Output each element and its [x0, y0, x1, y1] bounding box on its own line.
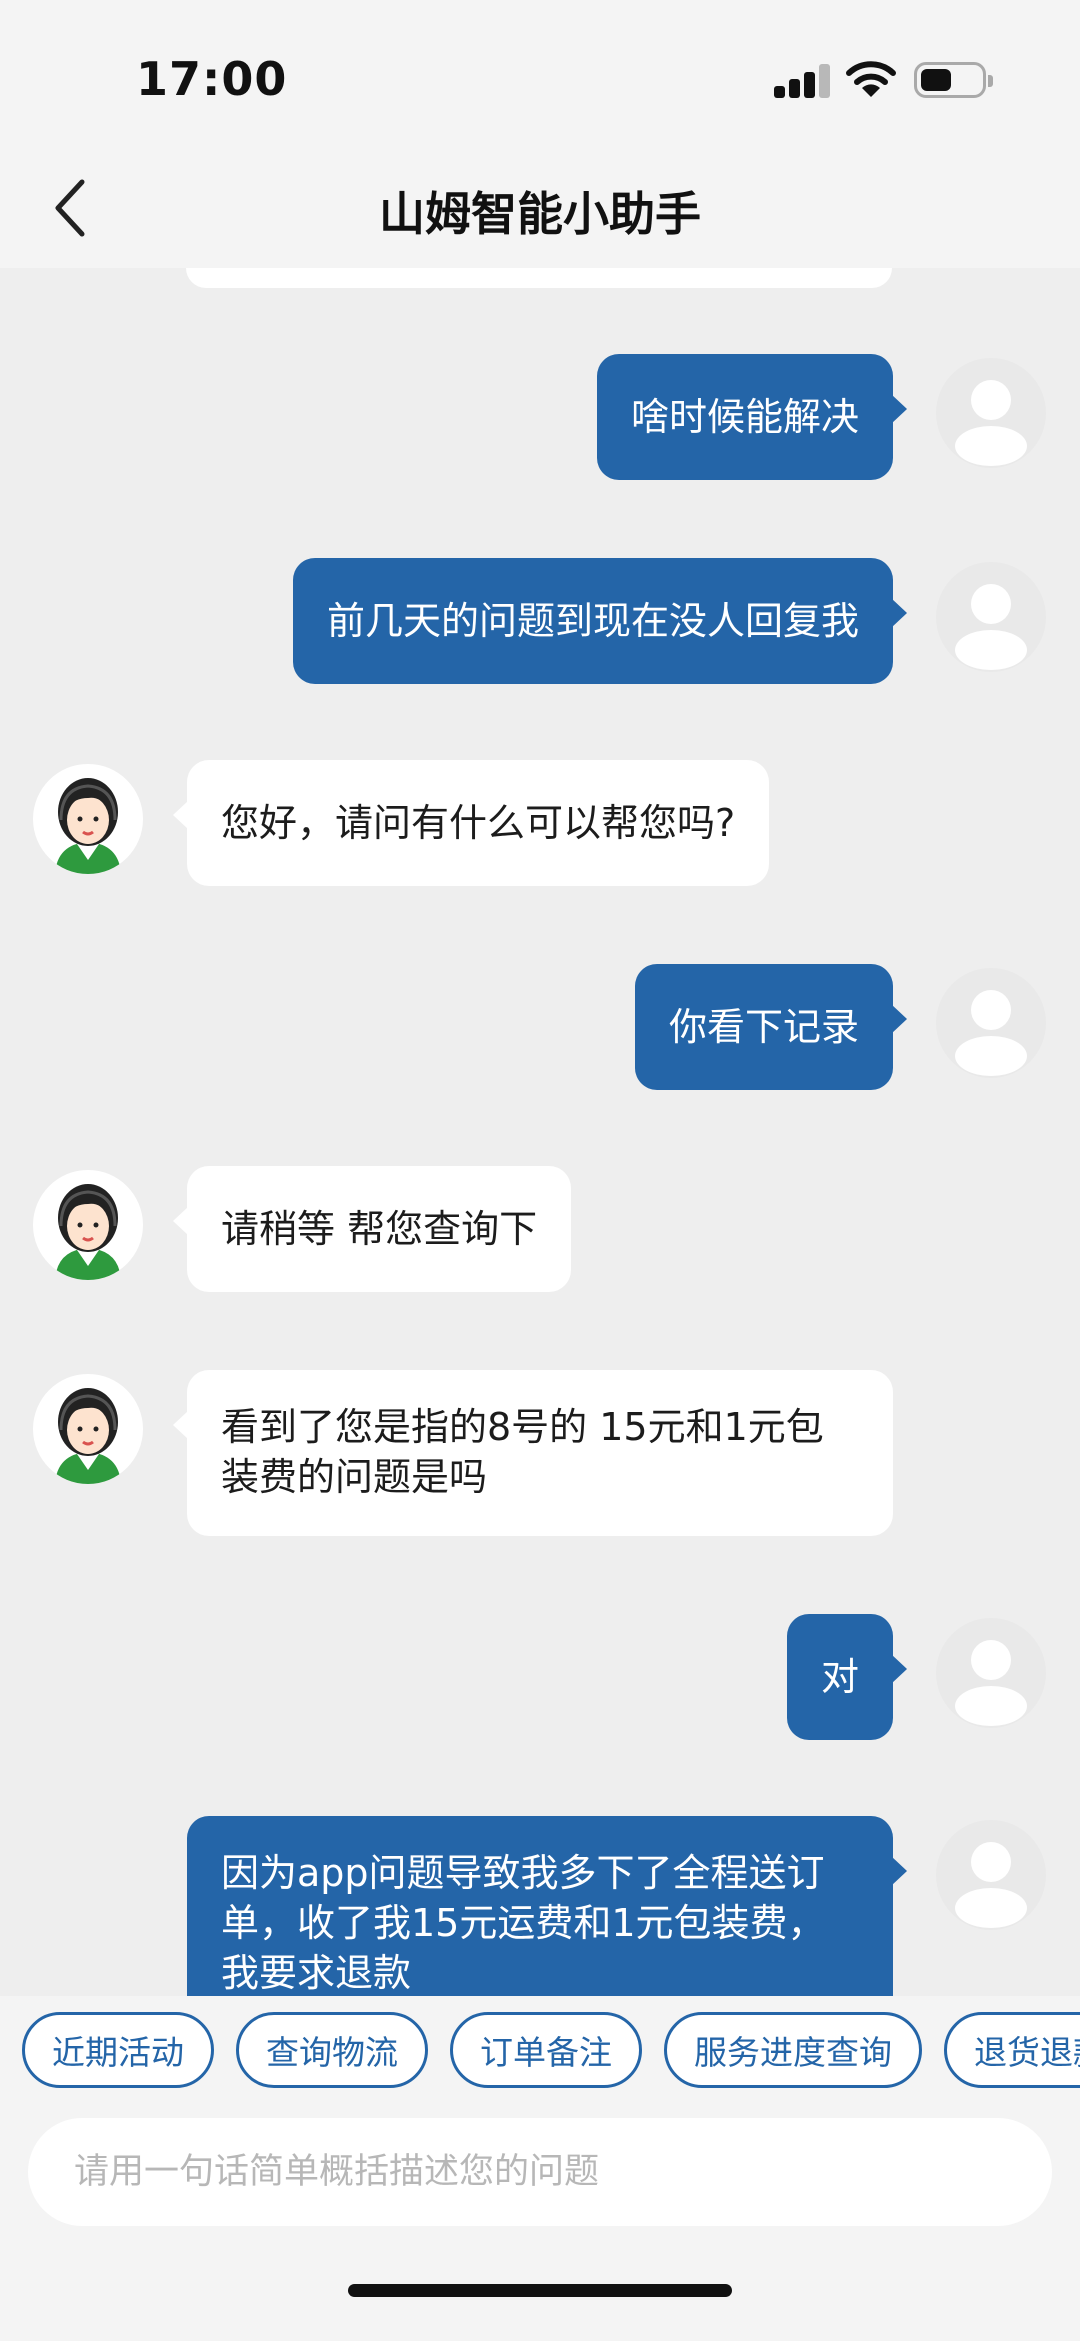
message-text: 前几天的问题到现在没人回复我 — [326, 599, 859, 643]
agent-avatar[interactable] — [33, 1374, 143, 1484]
message-text: 对 — [820, 1655, 859, 1699]
quick-reply-bar[interactable]: 近期活动 查询物流 订单备注 服务进度查询 退货退款 — [0, 1996, 1080, 2106]
user-avatar[interactable] — [936, 358, 1046, 468]
user-avatar[interactable] — [936, 968, 1046, 1078]
person-icon — [955, 1640, 1027, 1726]
agent-avatar[interactable] — [33, 764, 143, 874]
quick-reply-chip[interactable]: 近期活动 — [22, 2012, 214, 2088]
signal-icon — [774, 64, 832, 98]
agent-avatar[interactable] — [33, 1170, 143, 1280]
user-message-bubble[interactable]: 你看下记录 — [634, 964, 908, 1090]
user-message-bubble[interactable]: 啥时候能解决 — [596, 354, 908, 480]
nav-bar: 山姆智能小助手 — [0, 150, 1080, 268]
quick-reply-chip[interactable]: 服务进度查询 — [664, 2012, 922, 2088]
status-bar: 17:00 — [0, 0, 1080, 150]
page-title: 山姆智能小助手 — [379, 187, 701, 241]
message-row: 对 — [0, 1614, 1080, 1740]
agent-message-bubble[interactable]: 请稍等 帮您查询下 — [172, 1166, 572, 1292]
home-indicator[interactable] — [348, 2284, 732, 2297]
message-input[interactable] — [28, 2118, 1052, 2226]
user-message-bubble[interactable]: 前几天的问题到现在没人回复我 — [292, 558, 908, 684]
person-icon — [955, 1842, 1027, 1928]
user-avatar[interactable] — [936, 1820, 1046, 1930]
user-message-bubble[interactable]: 对 — [786, 1614, 908, 1740]
customer-service-agent-icon — [55, 1184, 121, 1280]
message-row: 你看下记录 — [0, 964, 1080, 1090]
message-row: 因为app问题导致我多下了全程送订单，收了我15元运费和1元包装费，我要求退款 — [0, 1816, 1080, 1996]
person-icon — [955, 990, 1027, 1076]
message-text: 因为app问题导致我多下了全程送订单，收了我15元运费和1元包装费，我要求退款 — [221, 1851, 826, 1995]
user-avatar[interactable] — [936, 562, 1046, 672]
battery-icon — [914, 62, 993, 98]
person-icon — [955, 380, 1027, 466]
message-row: 请稍等 帮您查询下 — [0, 1166, 1080, 1292]
message-text: 您好，请问有什么可以帮您吗? — [221, 801, 736, 845]
message-text: 请稍等 帮您查询下 — [221, 1207, 538, 1251]
partial-message-bubble — [186, 268, 892, 288]
user-message-bubble[interactable]: 因为app问题导致我多下了全程送订单，收了我15元运费和1元包装费，我要求退款 — [187, 1816, 907, 1996]
quick-reply-chip[interactable]: 退货退款 — [944, 2012, 1080, 2088]
customer-service-agent-icon — [55, 1388, 121, 1484]
chat-screen: 17:00 山姆智能小助手 啥时候能解决 前几天的问题到现在没人回复我 您好，请… — [0, 0, 1080, 2341]
agent-message-bubble[interactable]: 您好，请问有什么可以帮您吗? — [172, 760, 770, 886]
message-row: 您好，请问有什么可以帮您吗? — [0, 760, 1080, 886]
customer-service-agent-icon — [55, 778, 121, 874]
message-text: 看到了您是指的8号的 15元和1元包装费的问题是吗 — [221, 1405, 824, 1499]
message-row: 看到了您是指的8号的 15元和1元包装费的问题是吗 — [0, 1370, 1080, 1536]
wifi-icon — [846, 61, 896, 97]
status-time: 17:00 — [136, 52, 288, 106]
message-text: 你看下记录 — [668, 1005, 859, 1049]
quick-reply-chip[interactable]: 订单备注 — [450, 2012, 642, 2088]
message-row: 前几天的问题到现在没人回复我 — [0, 558, 1080, 684]
message-row: 啥时候能解决 — [0, 354, 1080, 480]
user-avatar[interactable] — [936, 1618, 1046, 1728]
person-icon — [955, 584, 1027, 670]
message-text: 啥时候能解决 — [630, 395, 859, 439]
quick-reply-chip[interactable]: 查询物流 — [236, 2012, 428, 2088]
message-list[interactable]: 啥时候能解决 前几天的问题到现在没人回复我 您好，请问有什么可以帮您吗? 你看下… — [0, 268, 1080, 1996]
agent-message-bubble[interactable]: 看到了您是指的8号的 15元和1元包装费的问题是吗 — [173, 1370, 893, 1536]
input-area — [0, 2106, 1080, 2341]
